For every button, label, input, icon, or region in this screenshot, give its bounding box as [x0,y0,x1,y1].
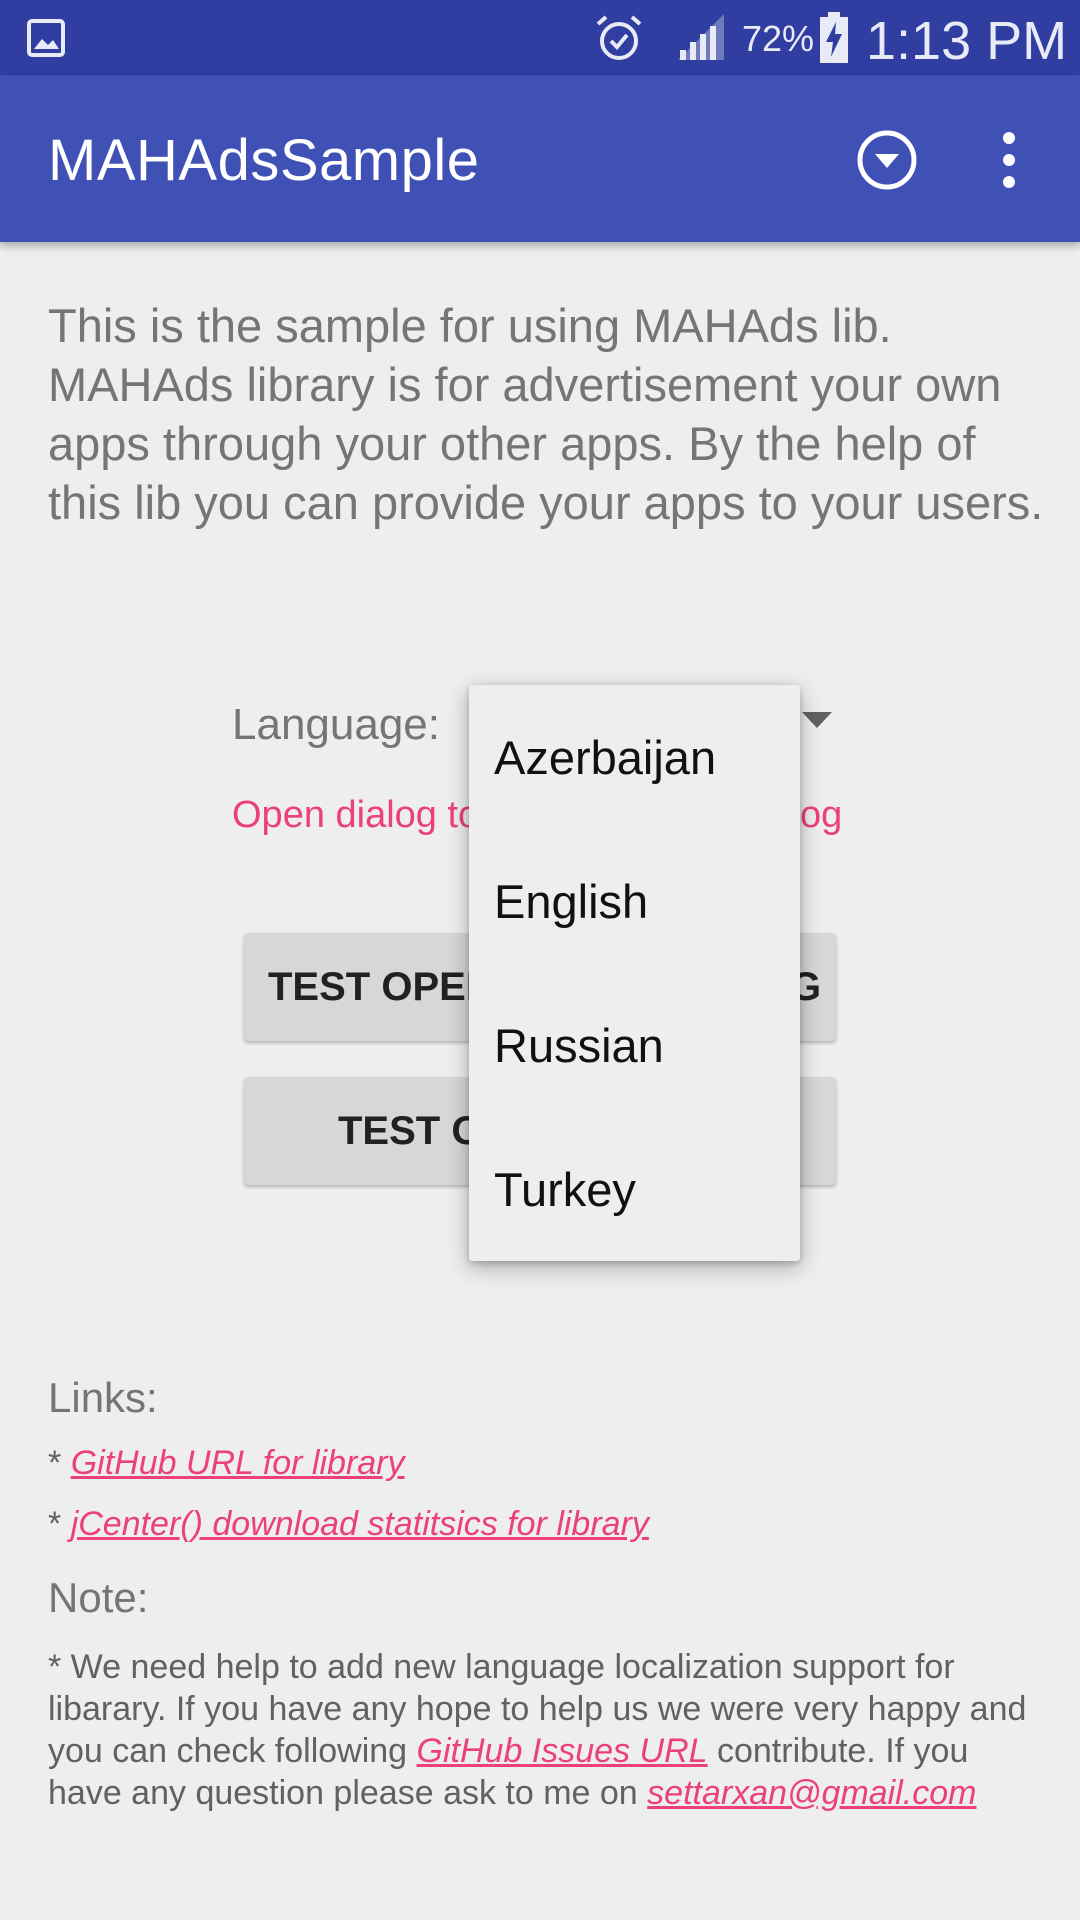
dropdown-circle-icon[interactable] [854,127,920,193]
app-bar: MAHAdsSample [0,75,1080,242]
language-option-azerbaijan[interactable]: Azerbaijan [469,685,800,829]
intro-text: This is the sample for using MAHAds lib.… [48,299,1044,529]
jcenter-stats-link[interactable]: jCenter() download statitsics for librar… [71,1505,649,1543]
clock: 1:13 PM [866,11,1068,71]
spinner-arrow-icon[interactable] [800,710,834,730]
status-bar: 72% 1:13 PM [0,0,1080,75]
open-dialog-link-tail: og [800,794,843,836]
github-url-link[interactable]: GitHub URL for library [71,1444,405,1482]
links-heading: Links: [48,1374,158,1421]
link-row-github: * GitHub URL for library [48,1444,405,1483]
overflow-menu-icon[interactable] [986,127,1032,193]
bullet: * [48,1505,62,1543]
app-title: MAHAdsSample [48,128,480,193]
open-dialog-link-text: Open dialog to [232,794,480,836]
language-option-russian[interactable]: Russian [469,973,800,1117]
link-row-jcenter: * jCenter() download statitsics for libr… [48,1505,649,1544]
email-link[interactable]: settarxan@gmail.com [647,1774,976,1812]
test-open-button-label: TEST OPEN [268,964,495,1009]
note-text: * We need help to add new language local… [48,1646,1048,1814]
language-dropdown-popup: Azerbaijan English Russian Turkey [469,685,800,1261]
alarm-icon [596,15,642,60]
battery-percentage: 72% [742,18,815,59]
gallery-icon [27,19,65,57]
language-option-english[interactable]: English [469,829,800,973]
language-option-turkey[interactable]: Turkey [469,1117,800,1261]
bullet: * [48,1444,62,1482]
signal-icon [678,14,724,60]
language-label: Language: [232,700,440,749]
battery-charging-icon [820,12,848,63]
github-issues-link[interactable]: GitHub Issues URL [417,1732,708,1770]
note-heading: Note: [48,1574,149,1621]
test-second-button-label: TEST O [338,1108,483,1153]
